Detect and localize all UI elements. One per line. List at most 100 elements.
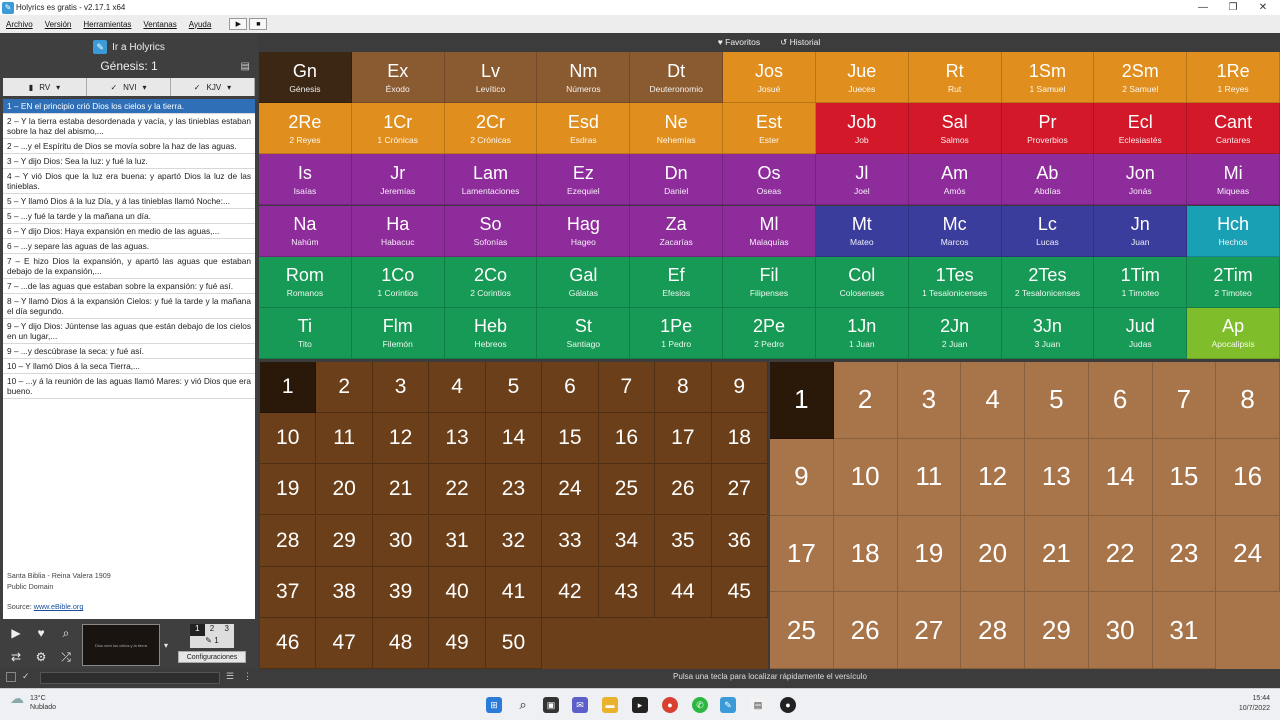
book-pr[interactable]: Pr Proverbios bbox=[1001, 103, 1095, 155]
book-ex[interactable]: Ex Éxodo bbox=[351, 52, 445, 104]
menu-version[interactable]: Versión bbox=[39, 20, 78, 29]
page-3[interactable]: 3 bbox=[219, 624, 234, 636]
chapter-button[interactable]: 42 bbox=[542, 566, 599, 618]
book-gn[interactable]: Gn Génesis bbox=[259, 52, 352, 104]
chapter-button[interactable]: 26 bbox=[655, 464, 712, 516]
book-ti[interactable]: Ti Tito bbox=[259, 307, 352, 359]
verse-item[interactable]: 5 – Y llamó Dios á la luz Día, y á las t… bbox=[3, 194, 255, 209]
verse-item[interactable]: 5 – ...y fué la tarde y la mañana un día… bbox=[3, 209, 255, 224]
book-mc[interactable]: Mc Marcos bbox=[908, 205, 1002, 257]
chapter-button[interactable]: 7 bbox=[598, 362, 656, 414]
verse-item[interactable]: 8 – Y llamó Dios á la expansión Cielos: … bbox=[3, 294, 255, 319]
verse-number-button[interactable]: 30 bbox=[1088, 592, 1153, 669]
chapter-button[interactable]: 41 bbox=[485, 566, 543, 618]
verse-number-button[interactable]: 13 bbox=[1025, 438, 1089, 516]
book-1cr[interactable]: 1Cr 1 Crónicas bbox=[351, 103, 445, 155]
book-2re[interactable]: 2Re 2 Reyes bbox=[259, 103, 352, 155]
book-is[interactable]: Is Isaías bbox=[259, 154, 352, 206]
chapter-button[interactable]: 35 bbox=[655, 515, 712, 567]
start-icon[interactable]: ⊞ bbox=[486, 697, 502, 713]
chapter-button[interactable]: 21 bbox=[372, 464, 430, 516]
book-hch[interactable]: Hch Hechos bbox=[1187, 205, 1280, 257]
chapter-button[interactable]: 32 bbox=[485, 515, 543, 567]
verse-number-button[interactable]: 29 bbox=[1025, 592, 1089, 669]
menu-ayuda[interactable]: Ayuda bbox=[183, 20, 218, 29]
notes-icon[interactable]: ▤ bbox=[750, 697, 766, 713]
chapter-button[interactable]: 20 bbox=[316, 464, 373, 516]
verse-number-button[interactable]: 21 bbox=[1025, 515, 1089, 593]
chapter-button[interactable]: 5 bbox=[485, 362, 543, 414]
heart-icon[interactable]: ♥ bbox=[33, 625, 49, 641]
book-ml[interactable]: Ml Malaquías bbox=[723, 205, 816, 257]
verse-item[interactable]: 9 – ...y descúbrase la seca: y fué así. bbox=[3, 344, 255, 359]
book-am[interactable]: Am Amós bbox=[908, 154, 1002, 206]
chapter-button[interactable]: 33 bbox=[542, 515, 599, 567]
reference-options-icon[interactable]: ▤ bbox=[241, 61, 250, 72]
verse-item[interactable]: 6 – Y dijo Dios: Haya expansión en medio… bbox=[3, 224, 255, 239]
stop-toolbar-button[interactable]: ■ bbox=[249, 18, 268, 30]
verse-number-button[interactable]: 12 bbox=[961, 438, 1025, 516]
chapter-button[interactable]: 17 bbox=[655, 413, 712, 465]
chapter-button[interactable]: 34 bbox=[598, 515, 656, 567]
book-fil[interactable]: Fil Filipenses bbox=[723, 256, 816, 308]
chapter-button[interactable]: 50 bbox=[485, 617, 543, 669]
verse-number-button[interactable]: 5 bbox=[1025, 362, 1089, 439]
book-za[interactable]: Za Zacarías bbox=[630, 205, 724, 257]
book-job[interactable]: Job Job bbox=[815, 103, 909, 155]
app-icon[interactable]: ● bbox=[780, 697, 796, 713]
verse-number-button[interactable]: 28 bbox=[961, 592, 1025, 669]
chapter-button[interactable]: 38 bbox=[316, 566, 373, 618]
book-dn[interactable]: Dn Daniel bbox=[630, 154, 724, 206]
book-3jn[interactable]: 3Jn 3 Juan bbox=[1001, 307, 1095, 359]
verse-number-button[interactable]: 27 bbox=[897, 592, 962, 669]
minimize-button[interactable]: — bbox=[1188, 0, 1218, 15]
chapter-button[interactable]: 3 bbox=[372, 362, 430, 414]
book-lc[interactable]: Lc Lucas bbox=[1001, 205, 1095, 257]
book-1jn[interactable]: 1Jn 1 Juan bbox=[815, 307, 909, 359]
chapter-button[interactable]: 48 bbox=[372, 617, 430, 669]
verse-number-button[interactable]: 3 bbox=[897, 362, 962, 439]
holyrics-taskbar-icon[interactable]: ✎ bbox=[720, 697, 736, 713]
favorites-button[interactable]: ♥ Favoritos bbox=[718, 37, 760, 47]
verse-number-button[interactable]: 6 bbox=[1088, 362, 1153, 439]
chapter-button[interactable]: 13 bbox=[429, 413, 486, 465]
book-jn[interactable]: Jn Juan bbox=[1094, 205, 1188, 257]
book-st[interactable]: St Santiago bbox=[537, 307, 631, 359]
chapter-button[interactable]: 11 bbox=[316, 413, 373, 465]
verse-item[interactable]: 10 – Y llamó Dios á la seca Tierra,... bbox=[3, 359, 255, 374]
settings-button[interactable]: Configuraciones bbox=[178, 651, 246, 663]
chapter-button[interactable]: 27 bbox=[711, 464, 768, 516]
repeat-icon[interactable]: ⇄ bbox=[8, 649, 24, 665]
chapter-button[interactable]: 46 bbox=[260, 617, 317, 669]
verse-item[interactable]: 6 – ...y separe las aguas de las aguas. bbox=[3, 239, 255, 254]
book-1sm[interactable]: 1Sm 1 Samuel bbox=[1001, 52, 1095, 104]
chapter-button[interactable]: 24 bbox=[542, 464, 599, 516]
book-1tim[interactable]: 1Tim 1 Timoteo bbox=[1094, 256, 1188, 308]
chapter-button[interactable]: 23 bbox=[485, 464, 543, 516]
play-toolbar-button[interactable]: ▶ bbox=[229, 18, 248, 30]
book-ha[interactable]: Ha Habacuc bbox=[351, 205, 445, 257]
chapter-button[interactable]: 28 bbox=[260, 515, 317, 567]
book-heb[interactable]: Heb Hebreos bbox=[444, 307, 538, 359]
book-mt[interactable]: Mt Mateo bbox=[815, 205, 909, 257]
chapter-button[interactable]: 6 bbox=[542, 362, 599, 414]
page-2[interactable]: 2 bbox=[205, 624, 220, 636]
version-tab-nvi[interactable]: ✓ NVI ▾ bbox=[87, 78, 171, 96]
book-os[interactable]: Os Oseas bbox=[723, 154, 816, 206]
chrome-icon[interactable]: ● bbox=[662, 697, 678, 713]
book-col[interactable]: Col Colosenses bbox=[815, 256, 909, 308]
chapter-button[interactable]: 9 bbox=[711, 362, 768, 414]
book-nm[interactable]: Nm Números bbox=[537, 52, 631, 104]
verse-number-button[interactable]: 19 bbox=[897, 515, 962, 593]
chapter-button[interactable]: 44 bbox=[655, 566, 712, 618]
book-1tes[interactable]: 1Tes 1 Tesalonicenses bbox=[908, 256, 1002, 308]
verse-number-button[interactable]: 16 bbox=[1216, 438, 1280, 516]
folder-icon[interactable]: ▬ bbox=[602, 697, 618, 713]
page-selector[interactable]: 1 2 3 ✎ 1 bbox=[190, 624, 234, 648]
chevron-down-icon[interactable]: ▾ bbox=[158, 637, 174, 653]
chapter-button[interactable]: 10 bbox=[260, 413, 317, 465]
chapter-button[interactable]: 37 bbox=[260, 566, 317, 618]
background-thumbnail[interactable]: Dios creó los cielos y la tierra bbox=[82, 624, 160, 666]
chapter-button[interactable]: 31 bbox=[429, 515, 486, 567]
history-button[interactable]: ↺ Historial bbox=[780, 37, 820, 48]
